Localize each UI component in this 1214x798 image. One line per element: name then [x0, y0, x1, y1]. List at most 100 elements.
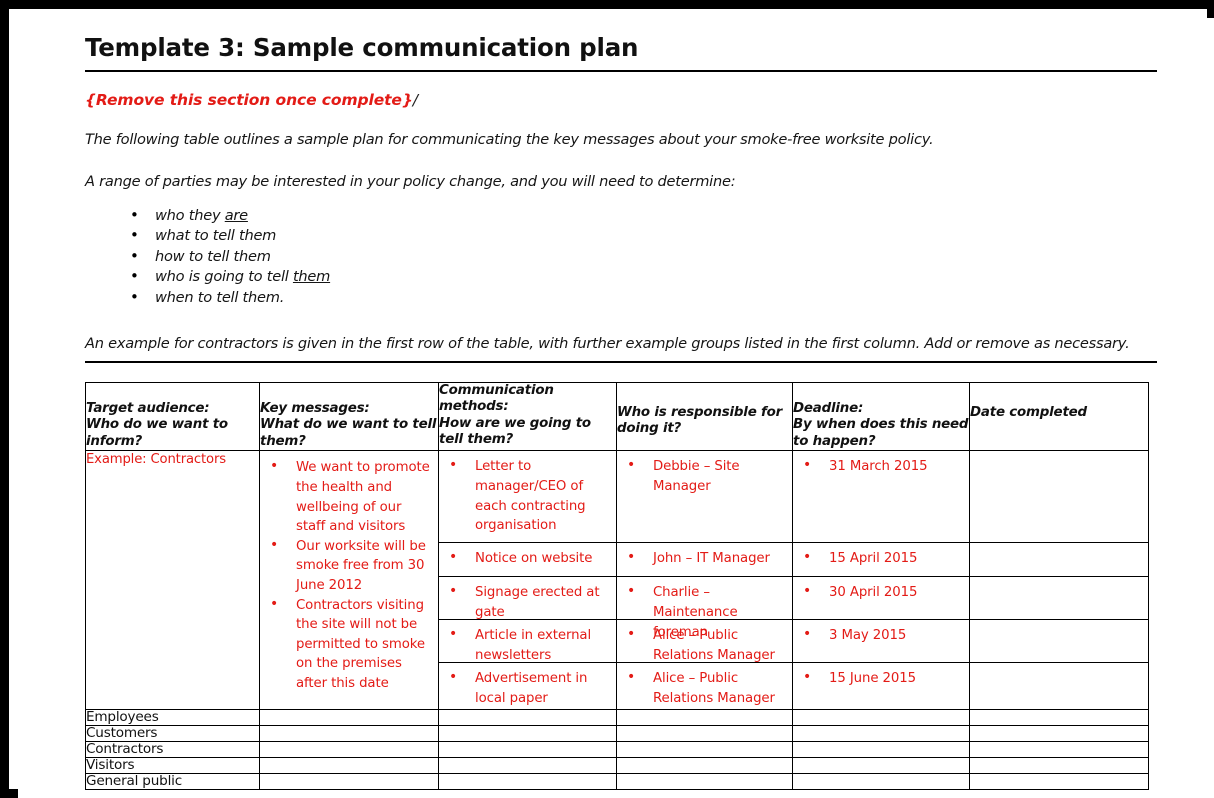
method-subrow[interactable]: Notice on website — [439, 543, 616, 578]
document-page: Template 3: Sample communication plan {R… — [18, 18, 1214, 798]
list-item: Notice on website — [443, 548, 612, 569]
cell-responsible[interactable] — [616, 709, 793, 727]
cell-communication-methods-example[interactable]: Letter to manager/CEO of each contractin… — [438, 450, 617, 711]
method-bullet: Article in external newsletters — [443, 625, 612, 665]
header-line: Deadline: — [793, 400, 864, 416]
method-bullet: Signage erected at gate — [443, 582, 612, 622]
cell-date-completed[interactable] — [969, 757, 1149, 775]
header-line: to happen? — [793, 433, 876, 449]
date-completed-subrow[interactable] — [970, 663, 1148, 709]
list-item: how to tell them — [85, 246, 1157, 268]
method-subrow[interactable]: Article in external newsletters — [439, 620, 616, 665]
method-subrow-stack: Letter to manager/CEO of each contractin… — [439, 451, 616, 709]
title-divider-rule — [85, 70, 1157, 73]
list-item: 3 May 2015 — [797, 625, 965, 646]
cell-date-completed[interactable] — [969, 741, 1149, 759]
list-item: John – IT Manager — [621, 548, 788, 569]
cell-key-messages-example[interactable]: We want to promote the health and wellbe… — [259, 450, 439, 711]
deadline-bullet: 15 April 2015 — [797, 548, 965, 569]
method-subrow[interactable]: Letter to manager/CEO of each contractin… — [439, 451, 616, 544]
deadline-subrow[interactable]: 15 June 2015 — [793, 663, 969, 709]
list-item: Our worksite will be smoke free from 30 … — [264, 536, 434, 596]
responsible-subrow[interactable]: Charlie – Maintenance foreman — [617, 577, 792, 640]
deadline-subrow[interactable]: 30 April 2015 — [793, 577, 969, 621]
header-line: Who is responsible for — [617, 404, 783, 420]
cell-deadline-example[interactable]: 31 March 2015 15 April 2015 — [792, 450, 970, 711]
cell-date-completed[interactable] — [969, 773, 1149, 791]
list-item: Alice – Public Relations Manager — [621, 668, 788, 708]
list-item: when to tell them. — [85, 287, 1157, 309]
cell-key-messages[interactable] — [259, 709, 439, 727]
cell-date-completed-example[interactable] — [969, 450, 1149, 711]
cell-responsible[interactable] — [616, 725, 793, 743]
cell-responsible[interactable] — [616, 773, 793, 791]
bullet-text-pre: who they — [155, 206, 225, 224]
column-header-deadline: Deadline: By when does this need to happ… — [792, 381, 970, 452]
responsible-bullet: Alice – Public Relations Manager — [621, 668, 788, 708]
deadline-subrow-stack: 31 March 2015 15 April 2015 — [793, 451, 969, 709]
cell-target-audience[interactable]: General public — [85, 773, 260, 791]
cell-deadline[interactable] — [792, 725, 970, 743]
deadline-subrow[interactable]: 3 May 2015 — [793, 620, 969, 664]
responsible-bullet: Debbie – Site Manager — [621, 456, 788, 496]
list-item: who is going to tell them — [85, 266, 1157, 288]
communication-plan-table: Target audience: Who do we want to infor… — [85, 381, 1149, 791]
cell-key-messages[interactable] — [259, 725, 439, 743]
cell-date-completed[interactable] — [969, 725, 1149, 743]
date-completed-subrow[interactable] — [970, 451, 1148, 544]
cell-target-audience-example[interactable]: Example: Contractors — [85, 450, 260, 711]
cell-target-audience[interactable]: Visitors — [85, 757, 260, 775]
method-subrow[interactable]: Signage erected at gate — [439, 577, 616, 622]
remove-section-note: {Remove this section once complete}/ — [85, 91, 1157, 109]
list-item: 30 April 2015 — [797, 582, 965, 603]
cell-responsible-example[interactable]: Debbie – Site Manager John – IT Manager — [616, 450, 793, 711]
list-item: who they are — [85, 205, 1157, 227]
cell-responsible[interactable] — [616, 757, 793, 775]
header-line: What do we want to tell — [260, 417, 437, 433]
cell-key-messages[interactable] — [259, 741, 439, 759]
column-header-date-completed: Date completed — [969, 381, 1149, 452]
deadline-bullet: 31 March 2015 — [797, 456, 965, 477]
cell-responsible[interactable] — [616, 741, 793, 759]
header-line: Communication — [439, 382, 554, 398]
header-line: By when does this need — [793, 417, 969, 433]
cell-communication-methods[interactable] — [438, 709, 617, 727]
cell-date-completed[interactable] — [969, 709, 1149, 727]
cell-target-audience[interactable]: Contractors — [85, 741, 260, 759]
deadline-subrow[interactable]: 15 April 2015 — [793, 543, 969, 578]
cell-communication-methods[interactable] — [438, 725, 617, 743]
list-item: Alice – Public Relations Manager — [621, 625, 788, 665]
list-item: Advertisement in local paper — [443, 668, 612, 708]
responsible-subrow[interactable]: Debbie – Site Manager — [617, 451, 792, 544]
date-completed-subrow[interactable] — [970, 620, 1148, 664]
cell-key-messages[interactable] — [259, 757, 439, 775]
intro-paragraph-3: An example for contractors is given in t… — [85, 334, 1130, 352]
bullet-text-pre: who is going to tell — [155, 268, 293, 286]
deadline-subrow[interactable]: 31 March 2015 — [793, 451, 969, 544]
cell-deadline[interactable] — [792, 741, 970, 759]
deadline-bullet: 3 May 2015 — [797, 625, 965, 646]
cell-deadline[interactable] — [792, 757, 970, 775]
cell-communication-methods[interactable] — [438, 773, 617, 791]
date-completed-subrow[interactable] — [970, 543, 1148, 578]
list-item: Article in external newsletters — [443, 625, 612, 665]
responsible-subrow[interactable]: Alice – Public Relations Manager — [617, 663, 792, 709]
cell-communication-methods[interactable] — [438, 741, 617, 759]
cell-target-audience[interactable]: Customers — [85, 725, 260, 743]
cell-deadline[interactable] — [792, 709, 970, 727]
column-header-key-messages: Key messages: What do we want to tell th… — [259, 381, 439, 452]
cell-communication-methods[interactable] — [438, 757, 617, 775]
page-title: Template 3: Sample communication plan — [85, 33, 639, 62]
cell-key-messages[interactable] — [259, 773, 439, 791]
deadline-bullet: 15 June 2015 — [797, 668, 965, 689]
responsible-subrow[interactable]: Alice – Public Relations Manager — [617, 620, 792, 665]
column-header-communication-methods: Communication methods: How are we going … — [438, 381, 617, 452]
method-subrow[interactable]: Advertisement in local paper — [439, 663, 616, 709]
determine-bullet-list: who they are what to tell them how to te… — [85, 205, 1157, 309]
responsible-subrow[interactable]: John – IT Manager — [617, 543, 792, 578]
cell-deadline[interactable] — [792, 773, 970, 791]
header-line: them? — [260, 433, 306, 449]
method-bullet: Letter to manager/CEO of each contractin… — [443, 456, 612, 535]
date-completed-subrow[interactable] — [970, 577, 1148, 621]
cell-target-audience[interactable]: Employees — [85, 709, 260, 727]
